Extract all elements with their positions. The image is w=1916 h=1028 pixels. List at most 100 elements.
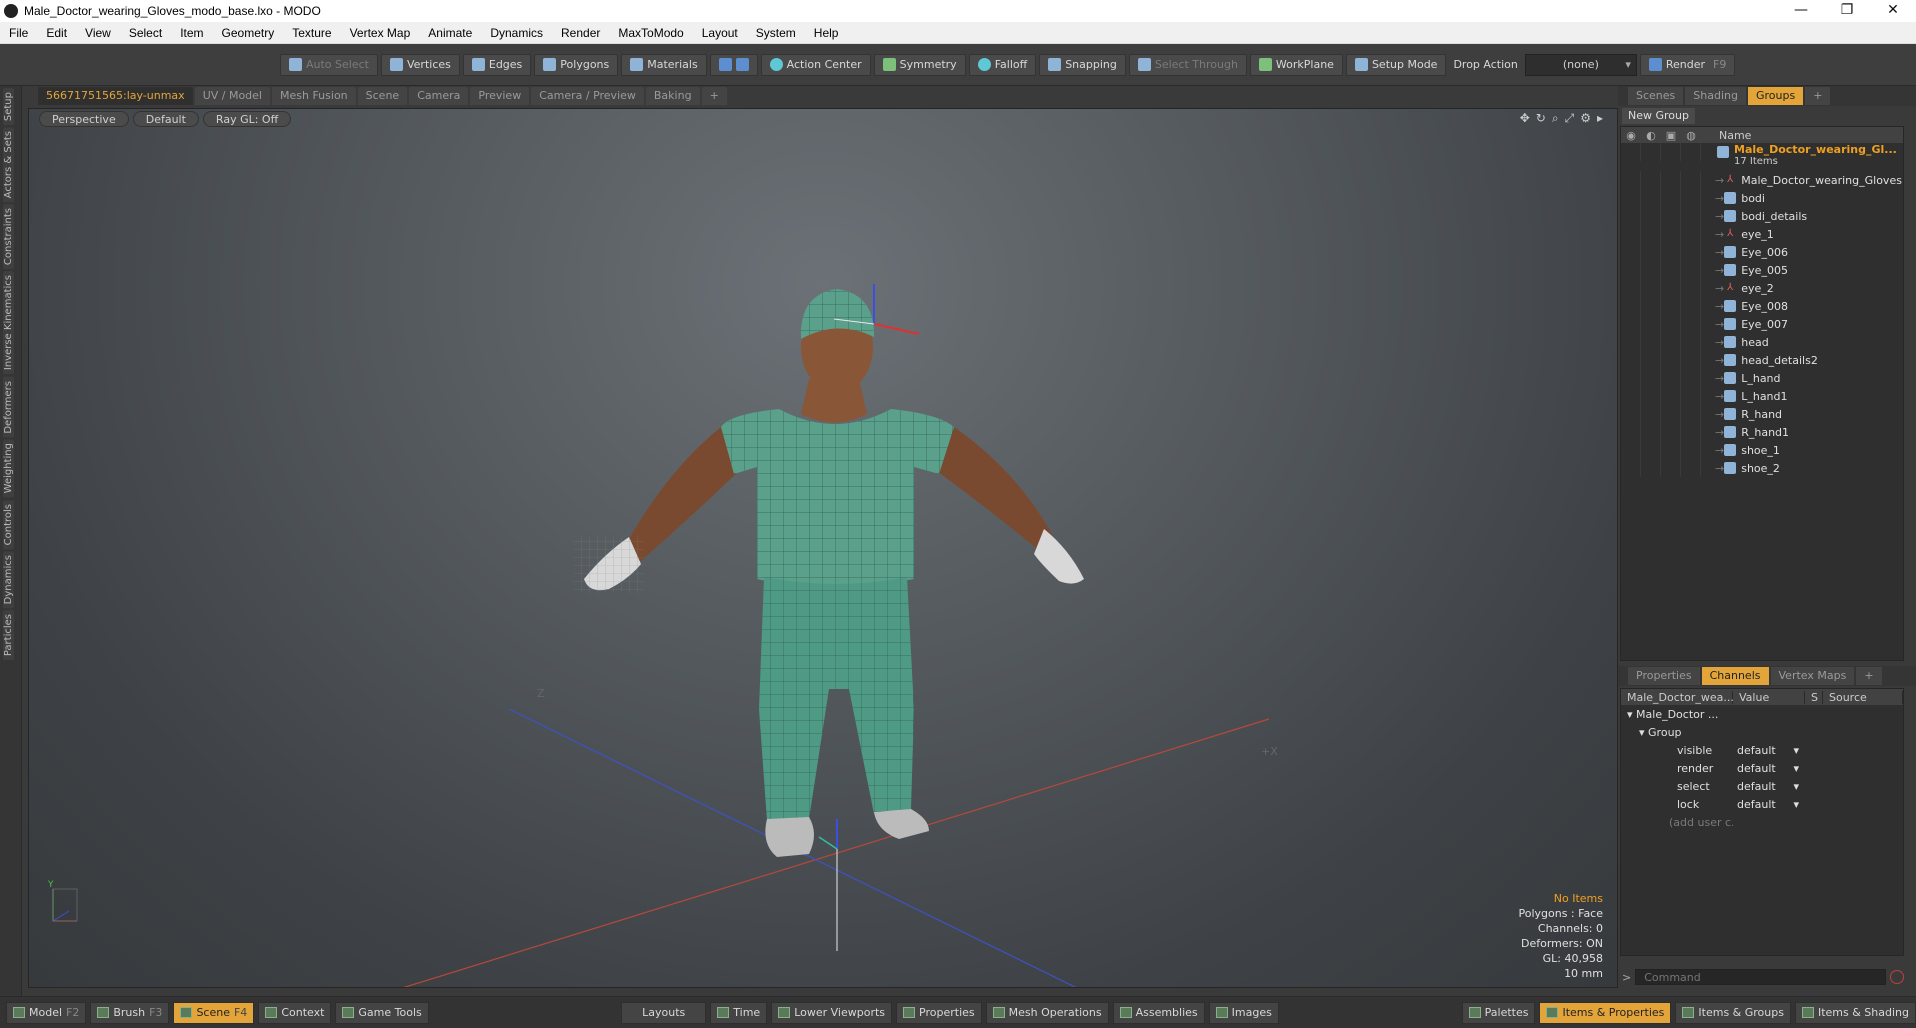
record-macro-icon[interactable] [1890, 970, 1904, 984]
menu-geometry[interactable]: Geometry [213, 22, 284, 44]
tab-particles[interactable]: Particles [3, 610, 14, 661]
channel-row-select[interactable]: select default [1621, 777, 1903, 795]
tab-dynamics[interactable]: Dynamics [3, 550, 14, 609]
channels-root-row[interactable]: ▾ Male_Doctor ... [1621, 705, 1903, 723]
tab-controls[interactable]: Controls [3, 499, 14, 549]
channel-value-dropdown[interactable]: default [1733, 798, 1805, 811]
action-center-button[interactable]: Action Center [760, 53, 871, 76]
workplane-button[interactable]: WorkPlane [1249, 53, 1343, 76]
snapping-button[interactable]: Snapping [1039, 53, 1126, 76]
items-groups-button[interactable]: Items & Groups [1675, 1001, 1791, 1024]
3d-viewport[interactable]: Perspective Default Ray GL: Off ✥ ↻ ⌕ ⤢ … [28, 108, 1618, 988]
channels-group-row[interactable]: ▾ Group [1621, 723, 1903, 741]
edges-button[interactable]: Edges [462, 53, 532, 76]
game-tools-layout-button[interactable]: Game Tools [335, 1001, 429, 1024]
menu-layout[interactable]: Layout [693, 22, 747, 44]
channels-value-header[interactable]: Value [1733, 690, 1805, 704]
channel-value-dropdown[interactable]: default [1733, 744, 1805, 757]
group-item-row[interactable]: → ⅄ Male_Doctor_wearing_Gloves [1621, 171, 1903, 189]
menu-vertex-map[interactable]: Vertex Map [341, 22, 420, 44]
tab-layout-unmax[interactable]: 56671751565:lay-unmax [38, 87, 193, 105]
select-through-button[interactable]: Select Through [1128, 53, 1247, 76]
menu-maxtomodo[interactable]: MaxToModo [609, 22, 692, 44]
menu-item[interactable]: Item [171, 22, 212, 44]
tab-vertex-maps[interactable]: Vertex Maps [1770, 667, 1855, 685]
new-group-button[interactable]: New Group [1622, 108, 1695, 124]
time-button[interactable]: Time [710, 1001, 768, 1024]
model-layout-button[interactable]: Model F2 [6, 1001, 87, 1024]
minimize-button[interactable]: — [1778, 0, 1824, 22]
menu-render[interactable]: Render [552, 22, 609, 44]
group-item-row[interactable]: → L_hand1 [1621, 387, 1903, 405]
layouts-button[interactable]: Layouts [621, 1001, 707, 1024]
properties-button[interactable]: Properties [896, 1001, 982, 1024]
add-user-channel-row[interactable]: (add user c... [1621, 813, 1903, 831]
lower-viewports-button[interactable]: Lower Viewports [771, 1001, 893, 1024]
menu-animate[interactable]: Animate [419, 22, 481, 44]
add-panel-tab-button[interactable]: + [1805, 87, 1831, 105]
group-item-row[interactable]: → bodi [1621, 189, 1903, 207]
scene-layout-button[interactable]: Scene F4 [173, 1001, 255, 1024]
tab-camera-preview[interactable]: Camera / Preview [531, 87, 644, 105]
channels-item-header[interactable]: Male_Doctor_wea... [1621, 690, 1734, 704]
tab-preview[interactable]: Preview [470, 87, 530, 105]
group-item-row[interactable]: → R_hand1 [1621, 423, 1903, 441]
tab-constraints[interactable]: Constraints [3, 204, 14, 270]
group-item-row[interactable]: → head_details2 [1621, 351, 1903, 369]
tab-properties[interactable]: Properties [1628, 667, 1700, 685]
tab-setup[interactable]: Setup [3, 88, 14, 126]
setup-mode-button[interactable]: Setup Mode [1345, 53, 1447, 76]
tab-baking[interactable]: Baking [645, 87, 700, 105]
expand-arrow-icon[interactable]: ▾ [1639, 726, 1648, 739]
group-item-row[interactable]: → L_hand [1621, 369, 1903, 387]
select-column-icon[interactable]: ◍ [1681, 129, 1701, 142]
drop-action-dropdown[interactable]: (none) [1524, 53, 1637, 76]
group-item-row[interactable]: → Eye_007 [1621, 315, 1903, 333]
materials-button[interactable]: Materials [621, 53, 707, 76]
tab-weighting[interactable]: Weighting [3, 439, 14, 498]
channel-value-dropdown[interactable]: default [1733, 780, 1805, 793]
tab-uv-model[interactable]: UV / Model [194, 87, 270, 105]
tab-scene[interactable]: Scene [357, 87, 408, 105]
tab-deformers[interactable]: Deformers [3, 376, 14, 438]
tab-shading[interactable]: Shading [1685, 87, 1746, 105]
group-root-row[interactable]: Male_Doctor_wearing_Gl... 17 Items [1621, 143, 1903, 171]
add-tab-button[interactable]: + [701, 87, 727, 105]
menu-help[interactable]: Help [805, 22, 848, 44]
restore-button[interactable]: ❐ [1824, 0, 1870, 22]
add-channels-tab-button[interactable]: + [1856, 667, 1882, 685]
group-item-row[interactable]: → bodi_details [1621, 207, 1903, 225]
close-button[interactable]: ✕ [1870, 0, 1916, 22]
falloff-button[interactable]: Falloff [968, 53, 1037, 76]
items-shading-button[interactable]: Items & Shading [1794, 1001, 1916, 1024]
context-layout-button[interactable]: Context [258, 1001, 332, 1024]
vertices-button[interactable]: Vertices [380, 53, 460, 76]
group-item-row[interactable]: → ⅄ eye_1 [1621, 225, 1903, 243]
symmetry-button[interactable]: Symmetry [873, 53, 966, 76]
channel-row-lock[interactable]: lock default [1621, 795, 1903, 813]
lock-column-icon[interactable]: ▣ [1661, 129, 1681, 142]
tab-actors-sets[interactable]: Actors & Sets [3, 127, 14, 203]
expand-arrow-icon[interactable]: ▾ [1627, 708, 1636, 721]
channels-s-header[interactable]: S [1805, 690, 1823, 704]
auto-select-button[interactable]: Auto Select [280, 53, 378, 76]
menu-view[interactable]: View [76, 22, 120, 44]
group-item-row[interactable]: → Eye_008 [1621, 297, 1903, 315]
render-button[interactable]: Render F9 [1639, 53, 1736, 76]
group-item-row[interactable]: → Eye_005 [1621, 261, 1903, 279]
selection-mode-button[interactable] [709, 53, 758, 76]
channel-value-dropdown[interactable]: default [1733, 762, 1805, 775]
tab-scenes[interactable]: Scenes [1628, 87, 1684, 105]
menu-texture[interactable]: Texture [283, 22, 340, 44]
group-item-row[interactable]: → shoe_1 [1621, 441, 1903, 459]
menu-edit[interactable]: Edit [37, 22, 76, 44]
group-item-row[interactable]: → head [1621, 333, 1903, 351]
tab-camera[interactable]: Camera [409, 87, 469, 105]
items-properties-button[interactable]: Items & Properties [1539, 1001, 1672, 1024]
command-input[interactable] [1635, 969, 1886, 985]
menu-system[interactable]: System [747, 22, 805, 44]
tab-mesh-fusion[interactable]: Mesh Fusion [272, 87, 356, 105]
group-item-row[interactable]: → ⅄ eye_2 [1621, 279, 1903, 297]
group-item-row[interactable]: → R_hand [1621, 405, 1903, 423]
group-item-row[interactable]: → shoe_2 [1621, 459, 1903, 477]
